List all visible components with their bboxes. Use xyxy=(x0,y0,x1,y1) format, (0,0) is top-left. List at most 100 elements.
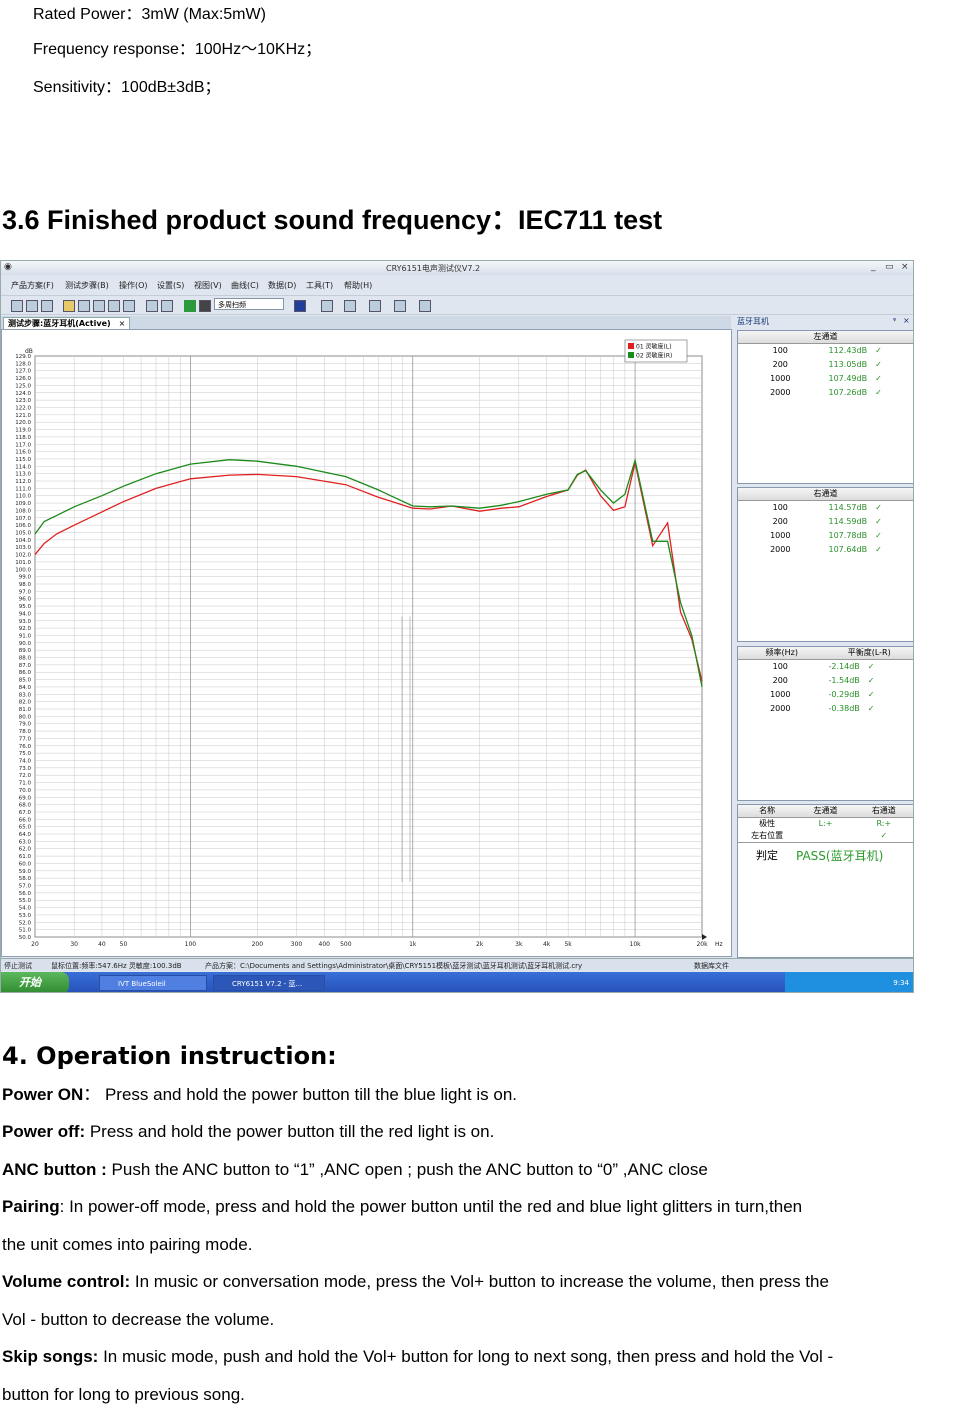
y-tick-label: 93.0 xyxy=(19,619,32,625)
test-software-screenshot: ◉ CRY6151电声测试仪V7.2 _ ▭ × 产品方案(F) 测试步骤(B)… xyxy=(0,260,914,993)
system-tray: 9:34 xyxy=(785,972,913,992)
table-row: 2000 107.64dB ✓ xyxy=(738,543,913,557)
menu-item[interactable]: 产品方案(F) xyxy=(11,280,54,291)
stop-icon[interactable] xyxy=(199,300,211,312)
table-row: 100 114.57dB ✓ xyxy=(738,501,913,515)
menu-item[interactable]: 设置(S) xyxy=(157,280,184,291)
value-cell: -1.54dB ✓ xyxy=(828,676,875,685)
y-tick-label: 104.0 xyxy=(15,538,31,544)
plot-area xyxy=(34,355,703,938)
table-row: 1000 107.78dB ✓ xyxy=(738,529,913,543)
function-icon[interactable] xyxy=(394,300,406,312)
pin-icon[interactable]: ᵠ xyxy=(893,316,896,325)
table-row: 100 112.43dB ✓ xyxy=(738,344,913,358)
right-polarity: R:+ xyxy=(876,819,892,828)
chart-icon[interactable] xyxy=(161,300,173,312)
y-tick-label: 96.0 xyxy=(19,597,32,603)
y-tick-label: 89.0 xyxy=(19,648,32,654)
instruction-anc: ANC button : Push the ANC button to “1” … xyxy=(2,1160,708,1179)
menu-item[interactable]: 视图(V) xyxy=(194,280,222,291)
table-row: 极性 L:+ R:+ xyxy=(738,818,913,830)
task-cry6151[interactable]: CRY6151 V7.2 - 蓝... xyxy=(213,975,325,991)
x-tick-label: 30 xyxy=(70,941,78,948)
folder-icon[interactable] xyxy=(63,300,75,312)
status-db: 数据库文件 xyxy=(694,962,729,970)
y-tick-label: 122.0 xyxy=(15,405,31,411)
y-tick-label: 85.0 xyxy=(19,678,32,684)
y-tick-label: 92.0 xyxy=(19,626,32,632)
save-icon[interactable] xyxy=(41,300,53,312)
disk-icon[interactable] xyxy=(78,300,90,312)
x-tick-label: 50 xyxy=(120,941,128,948)
y-tick-label: 120.0 xyxy=(15,420,31,426)
edit-icon[interactable] xyxy=(146,300,158,312)
y-tick-label: 69.0 xyxy=(19,795,32,801)
y-tick-label: 68.0 xyxy=(19,803,32,809)
tool-icon[interactable] xyxy=(419,300,431,312)
check-icon: ✓ xyxy=(867,662,875,671)
y-axis-label: dB xyxy=(25,348,33,355)
menu-item[interactable]: 工具(T) xyxy=(306,280,333,291)
freq-cell: 2000 xyxy=(770,704,791,713)
y-tick-label: 56.0 xyxy=(19,891,32,897)
y-tick-label: 64.0 xyxy=(19,832,32,838)
x-tick-label: 400 xyxy=(319,941,331,948)
check-icon: ✓ xyxy=(875,503,882,512)
preview-icon[interactable] xyxy=(108,300,120,312)
print-icon[interactable] xyxy=(93,300,105,312)
start-button[interactable]: 开始 xyxy=(1,972,69,992)
check-icon: ✓ xyxy=(867,676,875,685)
menu-item[interactable]: 曲线(C) xyxy=(231,280,259,291)
y-tick-label: 107.0 xyxy=(15,516,31,522)
y-tick-label: 94.0 xyxy=(19,611,32,617)
menu-item[interactable]: 数据(D) xyxy=(268,280,296,291)
y-tick-label: 76.0 xyxy=(19,744,32,750)
settings-icon[interactable] xyxy=(123,300,135,312)
menu-item[interactable]: 测试步骤(B) xyxy=(65,280,109,291)
y-tick-label: 87.0 xyxy=(19,663,32,669)
x-tick-label: 20 xyxy=(31,941,39,948)
check-icon: ✓ xyxy=(875,388,882,397)
minimize-icon[interactable]: _ xyxy=(871,262,876,272)
status-stop: 停止测试 xyxy=(4,962,32,970)
y-tick-label: 110.0 xyxy=(15,494,31,500)
tab-close-icon[interactable]: × xyxy=(119,319,126,328)
x-axis-label: Hz xyxy=(715,941,723,948)
y-tick-label: 52.0 xyxy=(19,920,32,926)
spec-frequency-response: Frequency response：100Hz～10KHz； xyxy=(33,41,322,58)
x-tick-label: 100 xyxy=(185,941,197,948)
table-row: 左右位置 ✓ xyxy=(738,830,913,842)
open-icon[interactable] xyxy=(26,300,38,312)
check-icon: ✓ xyxy=(875,374,882,383)
y-tick-label: 65.0 xyxy=(19,825,32,831)
y-tick-label: 80.0 xyxy=(19,714,32,720)
y-tick-label: 109.0 xyxy=(15,501,31,507)
new-file-icon[interactable] xyxy=(11,300,23,312)
color-icon[interactable] xyxy=(294,300,306,312)
maximize-icon[interactable]: ▭ xyxy=(885,262,894,272)
bars-icon[interactable] xyxy=(344,300,356,312)
value-cell: 107.26dB ✓ xyxy=(828,388,882,397)
check-icon: ✓ xyxy=(875,531,882,540)
x-axis-arrow xyxy=(702,934,707,940)
task-bluesoleil[interactable]: IVT BlueSoleil xyxy=(99,975,207,991)
filter-icon[interactable] xyxy=(369,300,381,312)
instruction-power-off: Power off: Press and hold the power butt… xyxy=(2,1122,495,1141)
menu-item[interactable]: 帮助(H) xyxy=(344,280,372,291)
y-tick-label: 102.0 xyxy=(15,553,31,559)
sweep-mode-select[interactable]: 多周扫频 xyxy=(214,298,284,310)
panel-close-icon[interactable]: × xyxy=(903,316,910,325)
cursor-icon[interactable] xyxy=(321,300,333,312)
spec-rated-power: Rated Power：3mW (Max:5mW) xyxy=(33,6,266,23)
close-icon[interactable]: × xyxy=(901,262,909,272)
menu-item[interactable]: 操作(O) xyxy=(119,280,148,291)
y-tick-label: 108.0 xyxy=(15,508,31,514)
y-tick-label: 86.0 xyxy=(19,670,32,676)
y-tick-label: 128.0 xyxy=(15,361,31,367)
table-row: 1000 107.49dB ✓ xyxy=(738,372,913,386)
left-channel-table: 左通道 100 112.43dB ✓ 200 113.05dB ✓ 1000 107.49… xyxy=(737,330,913,484)
left-polarity: L:+ xyxy=(818,819,833,828)
legend-swatch xyxy=(628,343,634,349)
play-icon[interactable] xyxy=(184,300,196,312)
y-tick-label: 98.0 xyxy=(19,582,32,588)
